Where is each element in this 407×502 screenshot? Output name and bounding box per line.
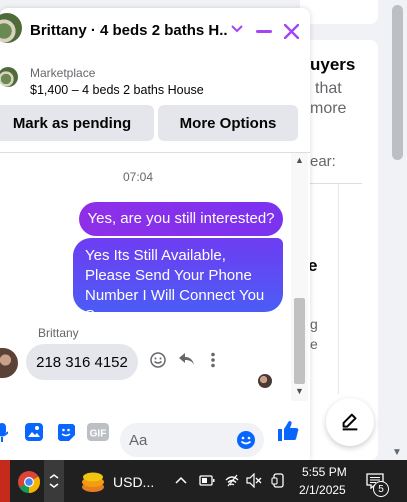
- usd-ticker-icon[interactable]: [80, 469, 106, 495]
- outgoing-message[interactable]: Yes, are you still interested?: [79, 202, 283, 236]
- emoji-icon[interactable]: [236, 430, 256, 450]
- more-icon[interactable]: [210, 352, 216, 368]
- chrome-icon[interactable]: [17, 470, 41, 494]
- seen-indicator-avatar: [258, 374, 272, 388]
- background-text-6: e: [310, 336, 318, 352]
- incoming-message[interactable]: 218 316 4152: [26, 344, 138, 380]
- sender-name: Brittany: [38, 326, 79, 340]
- wifi-icon[interactable]: [224, 472, 240, 488]
- chat-header: Brittany · 4 beds 2 baths H...: [0, 8, 310, 54]
- page-scrollbar-thumb[interactable]: [392, 5, 403, 160]
- notification-badge: 5: [373, 481, 389, 497]
- contact-avatar[interactable]: [0, 13, 22, 43]
- mark-as-pending-button[interactable]: Mark as pending: [0, 105, 154, 141]
- chat-window: Brittany · 4 beds 2 baths H... Marketpla…: [0, 8, 310, 460]
- sender-avatar[interactable]: [0, 348, 18, 378]
- scroll-up-arrow[interactable]: ▲: [295, 155, 304, 165]
- background-text-5: g: [310, 316, 318, 332]
- gif-icon[interactable]: GIF: [87, 422, 109, 442]
- taskbar-overflow-icon[interactable]: [49, 474, 59, 488]
- compose-icon: [342, 413, 358, 431]
- background-divider-vertical: [338, 184, 339, 394]
- chevron-down-icon[interactable]: [231, 24, 243, 34]
- taskbar-app-edge[interactable]: [0, 460, 10, 502]
- microphone-icon[interactable]: [0, 421, 8, 443]
- windows-taskbar: USD... 5:55 PM 2/1/2025 5: [0, 460, 407, 502]
- message-timestamp: 07:04: [122, 170, 154, 184]
- marketplace-label: Marketplace: [30, 66, 96, 80]
- battery-icon[interactable]: [199, 475, 215, 486]
- scroll-down-arrow[interactable]: ▼: [295, 386, 304, 396]
- volume-muted-icon[interactable]: [246, 473, 262, 488]
- page-scroll-down-arrow[interactable]: ▼: [392, 447, 402, 458]
- sticker-icon[interactable]: [56, 422, 76, 442]
- new-message-button[interactable]: [326, 398, 374, 446]
- thumbs-up-icon[interactable]: [277, 420, 299, 442]
- chat-scrollbar-thumb[interactable]: [294, 298, 305, 384]
- background-card-top: [300, 0, 378, 24]
- close-icon[interactable]: [284, 24, 299, 39]
- chat-title[interactable]: Brittany · 4 beds 2 baths H...: [30, 22, 228, 39]
- outgoing-message[interactable]: Yes Its Still Available, Please Send You…: [73, 238, 283, 324]
- minimize-icon[interactable]: [256, 30, 272, 34]
- react-icon[interactable]: [150, 352, 166, 368]
- usd-ticker-label[interactable]: USD...: [113, 474, 154, 490]
- background-heading: uyers: [310, 55, 356, 74]
- message-input-placeholder: Aa: [129, 432, 148, 449]
- background-text-3: ear:: [310, 153, 336, 170]
- clock-time[interactable]: 5:55 PM: [302, 465, 347, 479]
- listing-thumbnail[interactable]: [0, 67, 18, 87]
- clock-date[interactable]: 2/1/2025: [299, 483, 346, 497]
- show-hidden-icons-icon[interactable]: [175, 476, 187, 484]
- background-text-1: that: [315, 80, 342, 97]
- more-options-button[interactable]: More Options: [158, 105, 298, 141]
- photo-icon[interactable]: [24, 422, 44, 442]
- listing-title[interactable]: $1,400 – 4 beds 2 baths House: [30, 83, 204, 97]
- header-divider: [0, 152, 310, 153]
- background-text-2: more: [310, 100, 347, 117]
- svg-text:GIF: GIF: [90, 429, 107, 440]
- reply-icon[interactable]: [178, 352, 195, 366]
- phone-link-icon[interactable]: [271, 473, 285, 488]
